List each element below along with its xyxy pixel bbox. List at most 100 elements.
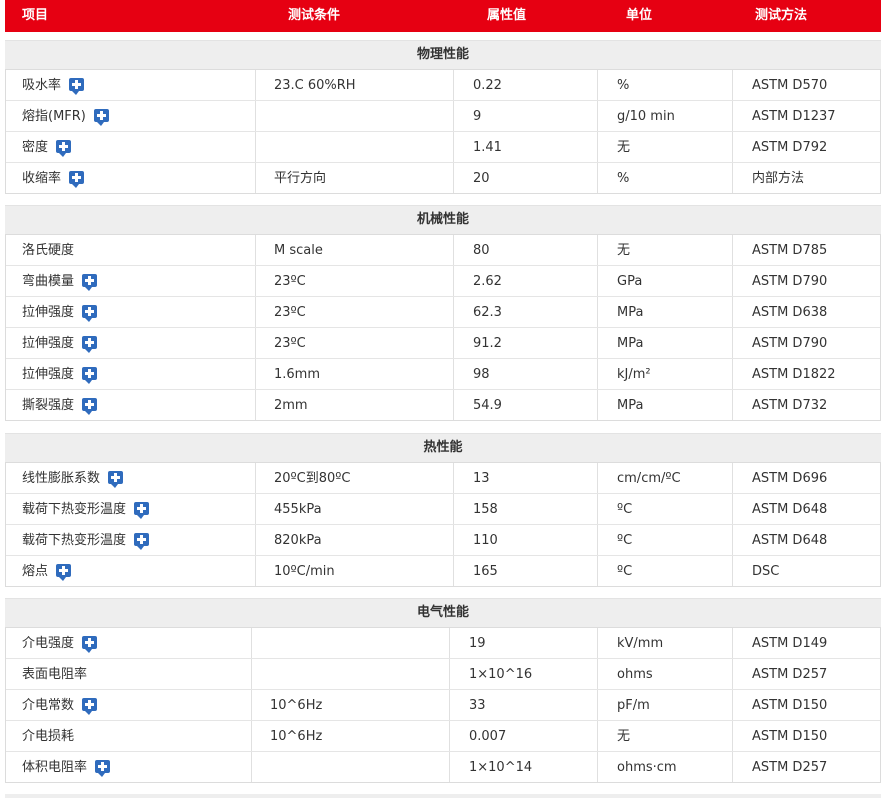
column-divider [597, 556, 598, 586]
column-divider [453, 163, 454, 193]
method-text: ASTM D257 [752, 760, 828, 775]
table-row: 熔指(MFR) 9 g/10 min ASTM D1237 [6, 100, 880, 131]
column-divider [453, 463, 454, 493]
table-header: 项目 测试条件 属性值 单位 测试方法 [5, 0, 881, 32]
plus-icon[interactable] [69, 170, 85, 188]
item-text: 洛氏硬度 [22, 243, 75, 258]
cell-method: ASTM D790 [752, 328, 827, 358]
plus-icon[interactable] [82, 366, 98, 384]
plus-icon[interactable] [134, 501, 150, 519]
section-body: 线性膨胀系数 20ºC到80ºC 13 cm/cm/ºC ASTM D696 载荷下热变形… [5, 462, 881, 587]
unit-text: GPa [617, 274, 643, 289]
cell-unit: GPa [617, 266, 642, 296]
column-divider [732, 266, 733, 296]
column-divider [597, 525, 598, 555]
item-text: 体积电阻率 [22, 760, 88, 775]
condition-text: 平行方向 [274, 171, 327, 186]
cell-value: 2.62 [473, 266, 502, 296]
plus-icon[interactable] [56, 139, 72, 157]
plus-icon[interactable] [82, 635, 98, 653]
column-divider [732, 752, 733, 782]
cell-item: 介电强度 [22, 628, 98, 658]
cell-unit: ºC [617, 525, 632, 555]
column-divider [255, 556, 256, 586]
unit-text: cm/cm/ºC [617, 471, 681, 486]
cell-unit: pF/m [617, 690, 650, 720]
section-body: 洛氏硬度 M scale 80 无 ASTM D785 弯曲模量 23ºC 2.62 GPa AS… [5, 234, 881, 421]
value-text: 1.41 [473, 140, 502, 155]
plus-horizontal [137, 506, 147, 510]
column-divider [453, 235, 454, 265]
column-divider [732, 390, 733, 420]
column-divider [251, 628, 252, 658]
table-row: 洛氏硬度 M scale 80 无 ASTM D785 [6, 234, 880, 265]
plus-icon[interactable] [95, 759, 111, 777]
column-divider [255, 390, 256, 420]
unit-text: MPa [617, 398, 644, 413]
column-divider [255, 494, 256, 524]
method-text: ASTM D638 [752, 305, 828, 320]
plus-icon[interactable] [134, 532, 150, 550]
plus-icon[interactable] [108, 470, 124, 488]
column-divider [597, 266, 598, 296]
method-text: ASTM D1237 [752, 109, 836, 124]
cell-method: ASTM D648 [752, 525, 827, 555]
cell-item: 收缩率 [22, 163, 85, 193]
table-row: 弯曲模量 23ºC 2.62 GPa ASTM D790 [6, 265, 880, 296]
value-text: 158 [473, 502, 498, 517]
cell-method: ASTM D1237 [752, 101, 836, 131]
cell-value: 62.3 [473, 297, 502, 327]
column-divider [597, 659, 598, 689]
column-divider [255, 328, 256, 358]
method-text: ASTM D570 [752, 78, 828, 93]
column-divider [453, 266, 454, 296]
table-row: 载荷下热变形温度 820kPa 110 ºC ASTM D648 [6, 524, 880, 555]
cell-condition: 455kPa [274, 494, 322, 524]
plus-icon[interactable] [82, 304, 98, 322]
value-text: 62.3 [473, 305, 502, 320]
unit-text: kV/mm [617, 636, 664, 651]
method-text: ASTM D149 [752, 636, 828, 651]
plus-icon[interactable] [82, 273, 98, 291]
table-row: 拉伸强度 1.6mm 98 kJ/m² ASTM D1822 [6, 358, 880, 389]
plus-horizontal [59, 144, 69, 148]
plus-horizontal [85, 340, 95, 344]
plus-icon[interactable] [82, 335, 98, 353]
plus-icon[interactable] [69, 77, 85, 95]
plus-icon[interactable] [93, 108, 109, 126]
cell-condition: 23ºC [274, 297, 306, 327]
value-text: 20 [473, 171, 490, 186]
section-title: 电气性能 [5, 598, 881, 627]
cell-value: 1×10^16 [469, 659, 532, 689]
column-divider [597, 132, 598, 162]
item-text: 拉伸强度 [22, 367, 75, 382]
cell-condition: 10^6Hz [270, 721, 322, 751]
plus-horizontal [96, 113, 106, 117]
cell-method: ASTM D1822 [752, 359, 836, 389]
item-text: 载荷下热变形温度 [22, 533, 127, 548]
table-row: 介电常数 10^6Hz 33 pF/m ASTM D150 [6, 689, 880, 720]
cell-value: 1.41 [473, 132, 502, 162]
value-text: 19 [469, 636, 486, 651]
table-row: 介电损耗 10^6Hz 0.007 无 ASTM D150 [6, 720, 880, 751]
cell-method: ASTM D638 [752, 297, 827, 327]
value-text: 33 [469, 698, 486, 713]
plus-horizontal [98, 764, 108, 768]
cell-method: ASTM D257 [752, 752, 827, 782]
table-row: 线性膨胀系数 20ºC到80ºC 13 cm/cm/ºC ASTM D696 [6, 462, 880, 493]
item-text: 熔点 [22, 564, 49, 579]
plus-horizontal [72, 82, 82, 86]
plus-icon[interactable] [56, 563, 72, 581]
section: 电气性能 介电强度 19 kV/mm ASTM D149 表面电阻率 1×10^16 ohms… [5, 598, 881, 783]
header-item: 项目 [22, 8, 49, 23]
table-row: 载荷下热变形温度 455kPa 158 ºC ASTM D648 [6, 493, 880, 524]
method-text: ASTM D785 [752, 243, 828, 258]
cell-method: ASTM D150 [752, 721, 827, 751]
plus-icon[interactable] [82, 697, 98, 715]
column-divider [732, 690, 733, 720]
unit-text: ohms [617, 667, 653, 682]
column-divider [255, 463, 256, 493]
plus-icon[interactable] [82, 397, 98, 415]
condition-text: 23.C 60%RH [274, 78, 356, 93]
cell-condition: 10^6Hz [270, 690, 322, 720]
